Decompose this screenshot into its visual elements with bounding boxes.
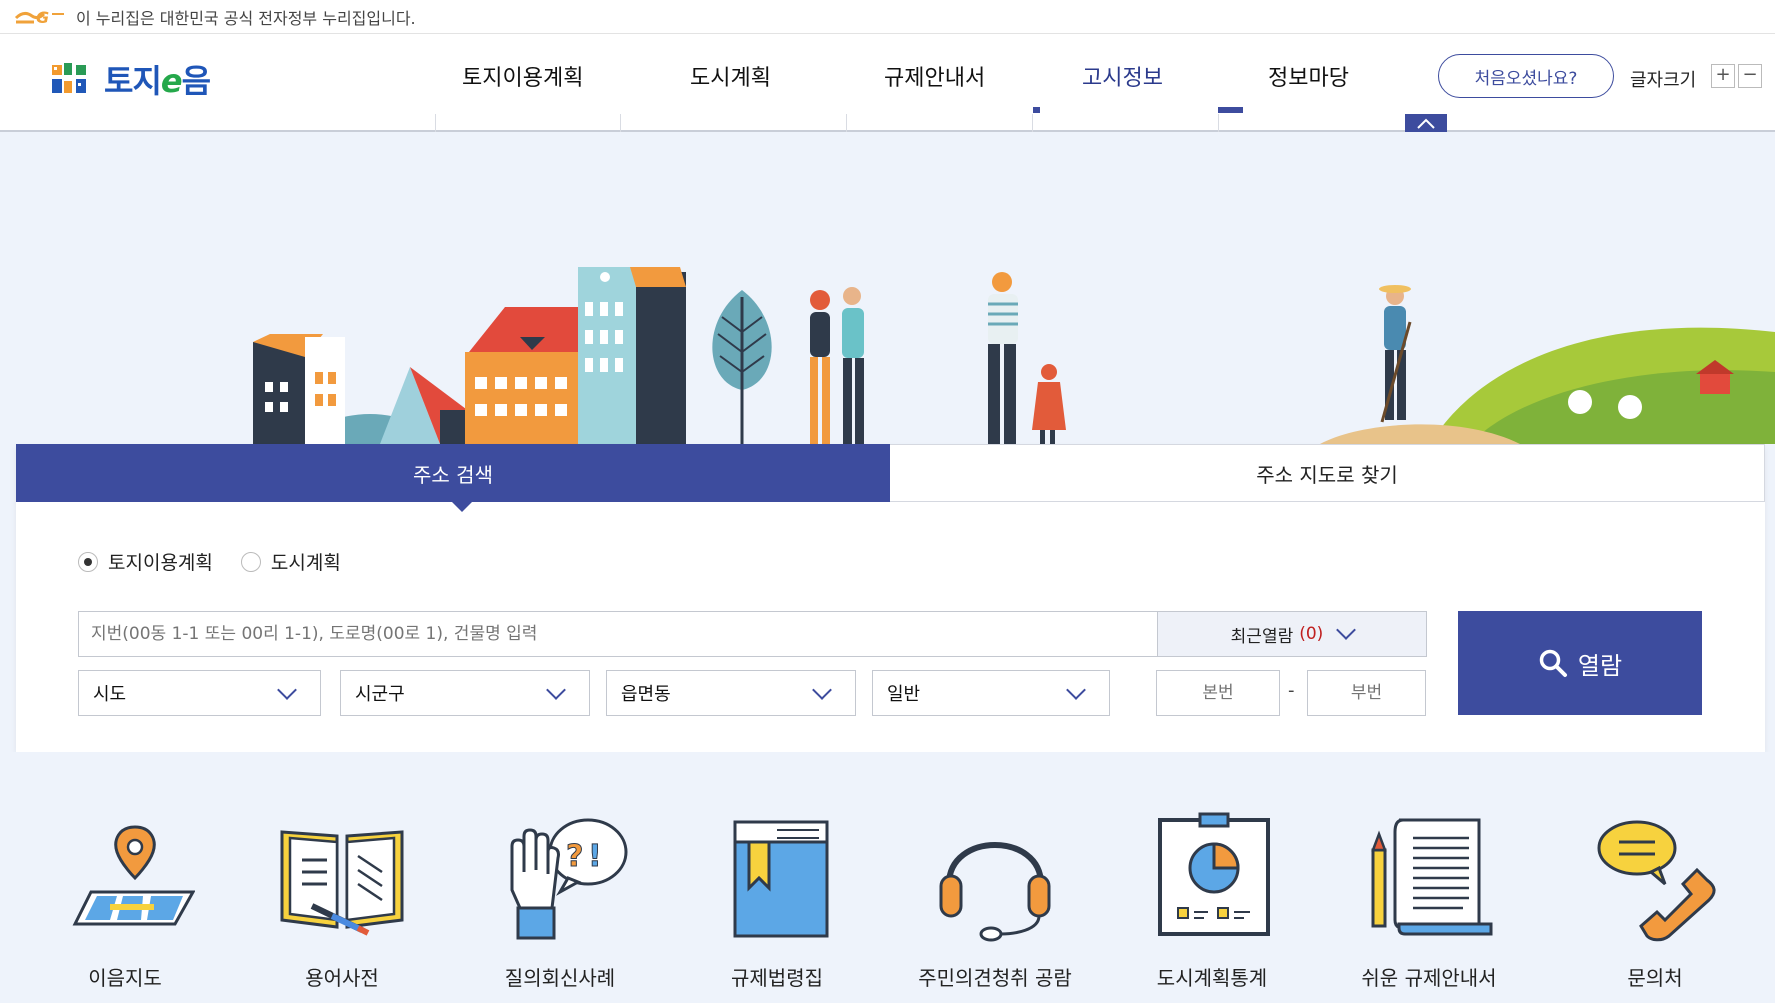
- quick-link-qa-cases[interactable]: ? ! 질의회신사례: [465, 812, 655, 991]
- nav-active-indicator: [1218, 107, 1243, 113]
- map-pin-icon: [72, 825, 195, 926]
- quick-link-label: 질의회신사례: [504, 966, 616, 990]
- tab-map-search[interactable]: 주소 지도로 찾기: [890, 444, 1765, 502]
- number-separator: -: [1288, 680, 1295, 701]
- quick-link-label: 규제법령집: [731, 966, 823, 990]
- open-book-icon: [280, 830, 404, 936]
- chart-board-icon: [1158, 812, 1270, 936]
- quick-link-label: 쉬운 규제안내서: [1361, 966, 1497, 990]
- plan-type-radio-group: 토지이용계획 도시계획: [78, 548, 369, 575]
- city-buildings-illustration: [253, 267, 686, 444]
- radio-land-use-plan[interactable]: [78, 551, 98, 572]
- parent-child-illustration: [988, 272, 1066, 444]
- headset-icon: [939, 842, 1051, 942]
- tab-active-arrow-icon: [452, 502, 472, 512]
- address-search-input[interactable]: [78, 611, 1158, 657]
- farm-landscape-illustration: [1320, 285, 1775, 444]
- recent-views-dropdown[interactable]: 최근열람 (0): [1157, 611, 1427, 657]
- quick-link-urban-statistics[interactable]: 도시계획통계: [1117, 812, 1307, 991]
- search-icon: [1539, 649, 1567, 677]
- tab-address-search[interactable]: 주소 검색: [16, 444, 890, 502]
- chevron-up-icon: [1417, 118, 1435, 129]
- couple-illustration: [810, 287, 864, 444]
- nav-item-regulation-guide[interactable]: 규제안내서: [884, 60, 985, 92]
- sub-menu-strip: [0, 114, 1775, 132]
- question-hand-icon: ? !: [510, 818, 628, 940]
- eupmyeondong-select[interactable]: 읍면동: [606, 670, 856, 716]
- quick-link-easy-guide[interactable]: 쉬운 규제안내서: [1334, 812, 1524, 991]
- sub-separator: [435, 114, 436, 132]
- header: 토지e음 토지이용계획 도시계획 규제안내서 고시정보 정보마당 처음오셨나요?…: [0, 34, 1775, 114]
- quick-link-label: 도시계획통계: [1156, 966, 1268, 990]
- land-type-select-value: 일반: [887, 684, 921, 705]
- sigungu-select-value: 시군구: [355, 684, 405, 705]
- eupmyeondong-select-value: 읍면동: [621, 684, 671, 705]
- first-visit-button[interactable]: 처음오셨나요?: [1438, 54, 1614, 98]
- gov-banner: G 이 누리집은 대한민국 공식 전자정부 누리집입니다.: [0, 0, 1775, 34]
- radio-urban-plan[interactable]: [240, 551, 261, 572]
- sigungu-select[interactable]: 시군구: [340, 670, 590, 716]
- radio-label-urban-plan[interactable]: 도시계획: [271, 548, 341, 575]
- nav-item-land-use-plan[interactable]: 토지이용계획: [462, 60, 583, 92]
- hero-illustration: [253, 267, 1775, 444]
- law-book-icon: [733, 820, 829, 938]
- submenu-collapse-button[interactable]: [1405, 114, 1447, 132]
- recent-views-label: 최근열람: [1230, 626, 1294, 647]
- chevron-down-icon: [546, 680, 566, 700]
- radio-label-land-use-plan[interactable]: 토지이용계획: [108, 548, 213, 575]
- font-size-label: 글자크기: [1630, 70, 1697, 91]
- chevron-down-icon: [277, 680, 297, 700]
- chevron-down-icon: [1066, 680, 1086, 700]
- sub-separator: [1218, 114, 1219, 132]
- quick-link-label: 문의처: [1627, 966, 1683, 990]
- sub-separator: [1032, 114, 1033, 132]
- sub-separator: [620, 114, 621, 132]
- tab-label: 주소 검색: [413, 462, 493, 487]
- quick-link-law-collection[interactable]: 규제법령집: [682, 812, 872, 991]
- quick-link-label: 주민의견청취 공람: [918, 966, 1072, 990]
- open-search-button[interactable]: 열람: [1458, 611, 1702, 715]
- quick-link-label: 이음지도: [88, 966, 162, 990]
- search-tabs: 주소 검색 주소 지도로 찾기: [16, 444, 1765, 502]
- tree-illustration: [712, 290, 772, 444]
- font-size-increase-button[interactable]: +: [1711, 64, 1735, 88]
- quick-link-glossary[interactable]: 용어사전: [247, 812, 437, 991]
- address-search-panel: 주소 검색 주소 지도로 찾기 토지이용계획 도시계획 최근열람 (0) 시도 …: [16, 444, 1765, 752]
- land-type-select[interactable]: 일반: [872, 670, 1110, 716]
- egov-logo-icon: G: [14, 8, 64, 27]
- quick-link-public-hearing[interactable]: 주민의견청취 공람: [900, 812, 1090, 991]
- svg-text:?: ?: [566, 839, 583, 874]
- svg-text:!: !: [588, 839, 602, 874]
- phone-chat-icon: [1597, 820, 1716, 942]
- nav-marker-small: [1033, 107, 1040, 113]
- quick-link-eum-map[interactable]: 이음지도: [30, 812, 220, 991]
- chevron-down-icon: [812, 680, 832, 700]
- font-size-decrease-button[interactable]: −: [1738, 64, 1762, 88]
- svg-text:G: G: [36, 8, 49, 27]
- quick-link-contact[interactable]: 문의처: [1560, 812, 1750, 991]
- quick-link-label: 용어사전: [305, 966, 379, 990]
- nav-item-info-yard[interactable]: 정보마당: [1268, 60, 1349, 92]
- document-scroll-icon: [1371, 818, 1493, 936]
- nav-item-notice-info[interactable]: 고시정보: [1082, 60, 1163, 92]
- gov-banner-text: 이 누리집은 대한민국 공식 전자정부 누리집입니다.: [76, 8, 416, 28]
- quick-links: 이음지도 용어사전 ? ! 질의회신사례 규제법령집 주민의견청취 공람 도시계…: [0, 752, 1775, 1003]
- sido-select[interactable]: 시도: [78, 670, 321, 716]
- open-search-label: 열람: [1577, 651, 1623, 680]
- chevron-down-icon: [1336, 620, 1357, 640]
- sub-separator: [846, 114, 847, 132]
- recent-views-count: (0): [1299, 624, 1324, 644]
- tab-label: 주소 지도로 찾기: [1256, 462, 1398, 487]
- sido-select-value: 시도: [93, 684, 127, 705]
- nav-item-urban-plan[interactable]: 도시계획: [690, 60, 771, 92]
- sub-number-input[interactable]: [1307, 670, 1426, 716]
- main-number-input[interactable]: [1156, 670, 1280, 716]
